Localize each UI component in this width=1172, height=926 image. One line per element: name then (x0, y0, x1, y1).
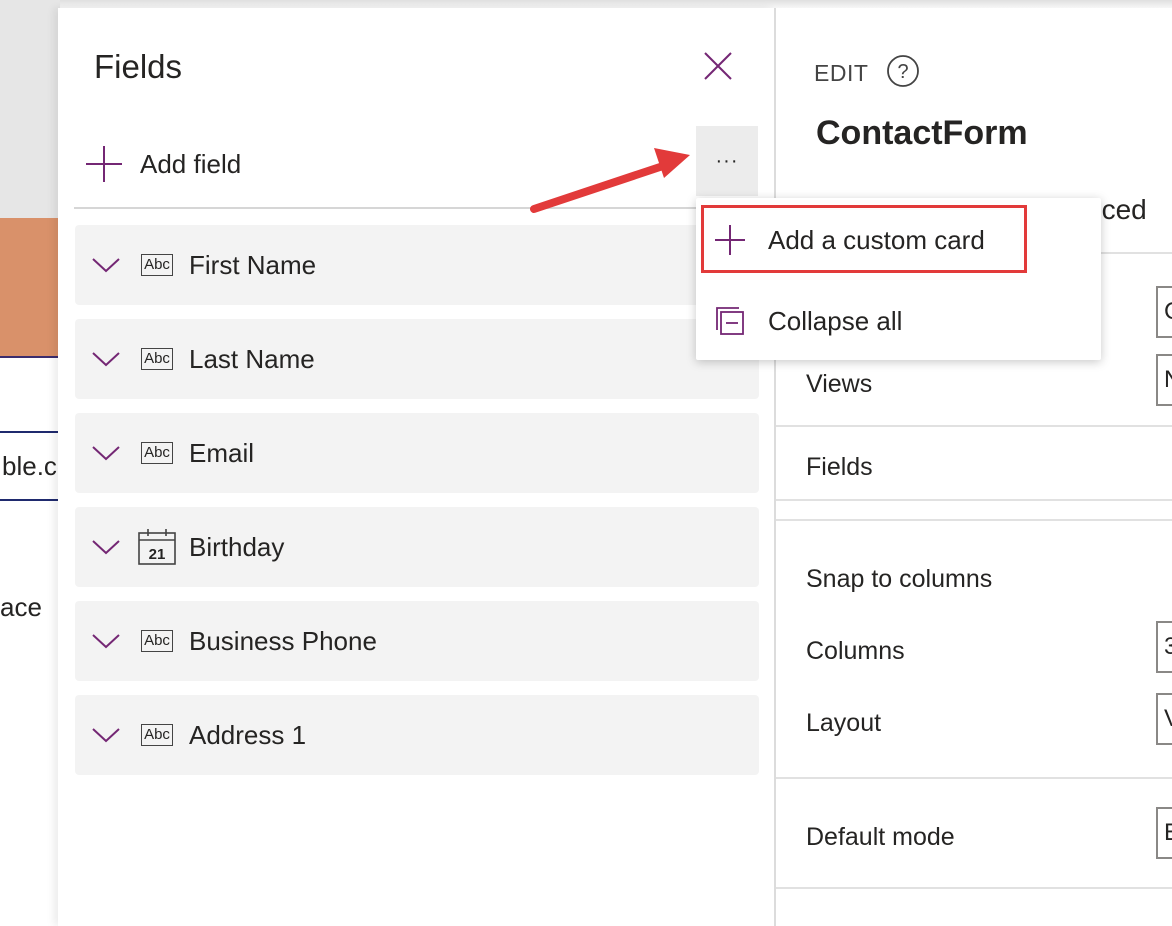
more-options-button[interactable]: ··· (696, 126, 758, 196)
field-row-last-name[interactable]: Abc Last Name (75, 319, 759, 399)
field-label: Last Name (189, 343, 315, 374)
separator (776, 519, 1172, 521)
columns-dropdown[interactable]: 3 (1156, 621, 1172, 673)
separator (776, 777, 1172, 779)
ellipsis-icon: ··· (715, 149, 739, 172)
text-type-icon: Abc (137, 346, 177, 372)
close-button[interactable] (698, 46, 738, 86)
text-type-icon: Abc (137, 440, 177, 466)
more-options-menu: Add a custom card Collapse all (696, 198, 1101, 360)
field-row-birthday[interactable]: 21 Birthday (75, 507, 759, 587)
canvas-input-value: ble.co (2, 451, 60, 481)
text-type-icon: Abc (137, 722, 177, 748)
chevron-down-icon[interactable] (91, 255, 121, 275)
field-row-business-phone[interactable]: Abc Business Phone (75, 601, 759, 681)
close-icon (704, 52, 732, 80)
fields-pane: Fields Add field ··· Abc First Name Abc … (58, 8, 774, 926)
field-label: Business Phone (189, 625, 377, 656)
pane-title: Fields (94, 48, 183, 85)
chevron-down-icon[interactable] (91, 725, 121, 745)
field-label: Birthday (189, 531, 285, 562)
columns-label: Columns (806, 637, 905, 665)
collapse-all-icon (712, 303, 748, 339)
chevron-down-icon[interactable] (91, 537, 121, 557)
field-label: Email (189, 437, 255, 468)
snap-to-columns-label: Snap to columns (806, 565, 993, 593)
chevron-down-icon[interactable] (91, 443, 121, 463)
text-type-icon: Abc (137, 628, 177, 654)
menu-item-add-custom-card[interactable]: Add a custom card (696, 208, 1101, 272)
edit-label: EDIT (814, 60, 869, 86)
default-mode-label: Default mode (806, 823, 955, 851)
control-name: ContactForm (816, 114, 1028, 152)
plus-icon (86, 146, 122, 182)
top-border (0, 0, 1172, 8)
field-label: First Name (189, 249, 317, 280)
field-row-email[interactable]: Abc Email (75, 413, 759, 493)
canvas-email-input[interactable]: ble.co (0, 431, 60, 501)
views-label: Views (806, 370, 873, 398)
separator (776, 499, 1172, 501)
properties-panel: EDIT ? ContactForm nced C Views N Fields… (774, 8, 1172, 926)
fields-edit-link[interactable]: Fields (806, 453, 873, 482)
svg-text:21: 21 (149, 546, 166, 563)
field-row-first-name[interactable]: Abc First Name (75, 225, 759, 305)
plus-icon (712, 222, 748, 258)
data-source-dropdown[interactable]: C (1156, 286, 1172, 338)
calendar-icon: 21 (137, 529, 177, 565)
help-icon[interactable]: ? (886, 54, 920, 88)
default-mode-dropdown[interactable]: E (1156, 807, 1172, 859)
canvas-header-area (0, 0, 60, 218)
text-type-icon: Abc (137, 252, 177, 278)
canvas-text: ace (0, 592, 42, 622)
add-field-label: Add field (140, 148, 242, 179)
layout-label: Layout (806, 709, 882, 737)
svg-text:?: ? (897, 61, 908, 83)
chevron-down-icon[interactable] (91, 631, 121, 651)
chevron-down-icon[interactable] (91, 349, 121, 369)
field-row-address-1[interactable]: Abc Address 1 (75, 695, 759, 775)
field-list: Abc First Name Abc Last Name Abc Email 2… (75, 225, 759, 789)
separator (776, 887, 1172, 889)
separator (776, 425, 1172, 427)
views-dropdown[interactable]: N (1156, 354, 1172, 406)
menu-item-label: Add a custom card (768, 224, 985, 255)
canvas-banner (0, 218, 60, 358)
menu-item-label: Collapse all (768, 305, 903, 336)
layout-dropdown[interactable]: V (1156, 693, 1172, 745)
add-field-button[interactable]: Add field (86, 142, 241, 186)
menu-item-collapse-all[interactable]: Collapse all (696, 289, 1101, 353)
divider (74, 207, 758, 209)
form-canvas: ble.co ace (0, 0, 60, 926)
field-label: Address 1 (189, 719, 307, 750)
